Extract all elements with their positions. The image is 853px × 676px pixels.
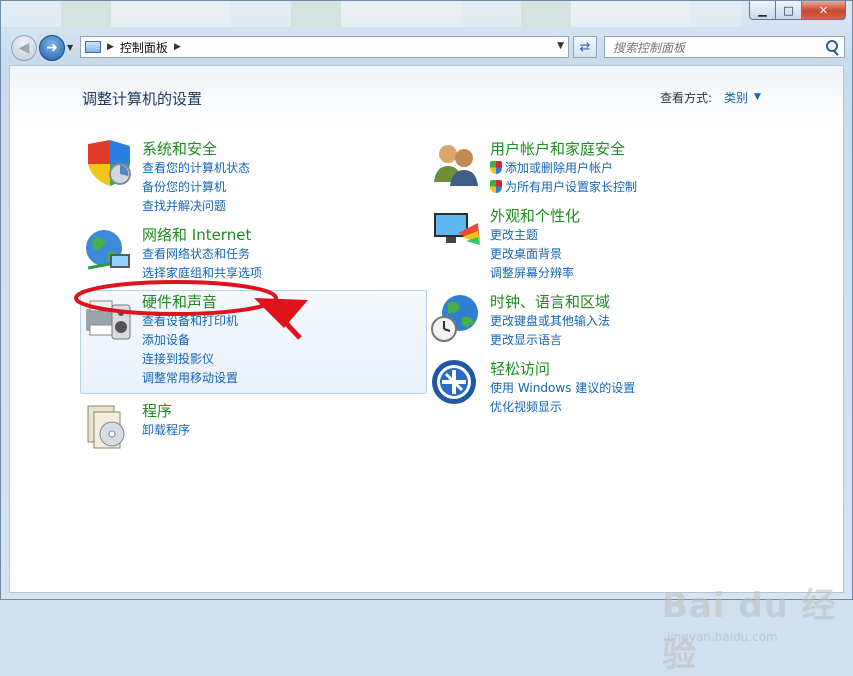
refresh-button[interactable]: ⇄ bbox=[573, 36, 597, 58]
category-clock-language: 时钟、语言和区域 更改键盘或其他输入法 更改显示语言 bbox=[430, 291, 750, 347]
category-link[interactable]: 优化视频显示 bbox=[490, 398, 562, 415]
minimize-button[interactable]: ▁ bbox=[749, 1, 776, 20]
uac-shield-icon bbox=[490, 180, 502, 193]
category-link[interactable]: 备份您的计算机 bbox=[142, 178, 226, 195]
control-panel-icon bbox=[85, 41, 101, 53]
printer-speaker-icon bbox=[86, 300, 131, 340]
clock-globe-icon bbox=[431, 295, 478, 342]
category-link[interactable]: 卸载程序 bbox=[142, 421, 190, 438]
forward-button[interactable]: ➜ bbox=[39, 35, 65, 61]
category-link[interactable]: 调整常用移动设置 bbox=[142, 369, 238, 386]
category-link[interactable]: 连接到投影仪 bbox=[142, 350, 214, 367]
navigation-bar: ◀ ➜ ▼ ▶ 控制面板 ▶ ▼ ⇄ bbox=[1, 31, 853, 63]
category-link[interactable]: 选择家庭组和共享选项 bbox=[142, 264, 262, 281]
category-link[interactable]: 更改主题 bbox=[490, 226, 538, 243]
page-title: 调整计算机的设置 bbox=[82, 90, 203, 108]
category-link[interactable]: 添加设备 bbox=[142, 331, 190, 348]
address-bar[interactable]: ▶ 控制面板 ▶ ▼ bbox=[80, 36, 569, 58]
address-dropdown-icon[interactable]: ▼ bbox=[557, 41, 564, 51]
category-network: 网络和 Internet 查看网络状态和任务 选择家庭组和共享选项 bbox=[82, 224, 382, 280]
window-controls: ▁ □ ✕ bbox=[749, 1, 846, 20]
close-button[interactable]: ✕ bbox=[802, 1, 846, 20]
maximize-button[interactable]: □ bbox=[776, 1, 802, 20]
back-button[interactable]: ◀ bbox=[11, 35, 37, 61]
category-link[interactable]: 使用 Windows 建议的设置 bbox=[490, 379, 635, 396]
uac-shield-icon bbox=[490, 161, 502, 174]
search-box[interactable] bbox=[604, 36, 845, 58]
view-by-dropdown[interactable]: 类别 bbox=[724, 89, 748, 106]
category-title[interactable]: 用户帐户和家庭安全 bbox=[490, 138, 625, 159]
search-icon[interactable] bbox=[826, 40, 838, 52]
category-link[interactable]: 添加或删除用户帐户 bbox=[490, 159, 613, 176]
ease-of-access-icon bbox=[432, 360, 476, 404]
category-programs: 程序 卸载程序 bbox=[82, 400, 382, 449]
category-appearance: 外观和个性化 更改主题 更改桌面背景 调整屏幕分辨率 bbox=[430, 205, 750, 280]
chevron-down-icon[interactable]: ▼ bbox=[754, 92, 761, 102]
view-by-label: 查看方式: bbox=[660, 91, 713, 105]
category-link[interactable]: 查看设备和打印机 bbox=[142, 312, 238, 329]
category-link[interactable]: 查找并解决问题 bbox=[142, 197, 226, 214]
shield-icon bbox=[88, 140, 131, 186]
category-title[interactable]: 程序 bbox=[142, 400, 172, 421]
programs-disc-icon bbox=[87, 405, 125, 449]
content-pane: 调整计算机的设置 查看方式: 类别 ▼ 系统和安全 查看您的计算机状态 备份您的… bbox=[9, 65, 844, 675]
breadcrumb-arrow-icon[interactable]: ▶ bbox=[174, 42, 181, 52]
breadcrumb-control-panel[interactable]: 控制面板 bbox=[120, 39, 168, 56]
category-link[interactable]: 更改键盘或其他输入法 bbox=[490, 312, 610, 329]
users-icon bbox=[434, 145, 478, 186]
baidu-watermark: Bai du 经验 bbox=[662, 586, 837, 675]
background-blur bbox=[1, 1, 741, 27]
category-link[interactable]: 调整屏幕分辨率 bbox=[490, 264, 574, 281]
control-panel-window: ▁ □ ✕ ◀ ➜ ▼ ▶ 控制面板 ▶ ▼ ⇄ 调整计算机的设置 查看方式: … bbox=[0, 0, 853, 675]
link-text[interactable]: 为所有用户设置家长控制 bbox=[505, 180, 637, 194]
network-globe-icon bbox=[86, 230, 130, 270]
category-link[interactable]: 为所有用户设置家长控制 bbox=[490, 178, 637, 195]
category-title[interactable]: 硬件和声音 bbox=[142, 291, 217, 312]
category-system-security: 系统和安全 查看您的计算机状态 备份您的计算机 查找并解决问题 bbox=[82, 138, 382, 213]
category-title[interactable]: 时钟、语言和区域 bbox=[490, 291, 610, 312]
category-link[interactable]: 查看您的计算机状态 bbox=[142, 159, 250, 176]
category-user-accounts: 用户帐户和家庭安全 添加或删除用户帐户 为所有用户设置家长控制 bbox=[430, 138, 750, 194]
history-dropdown-icon[interactable]: ▼ bbox=[67, 43, 73, 52]
category-link[interactable]: 更改桌面背景 bbox=[490, 245, 562, 262]
baidu-watermark-url: jingyan.baidu.com bbox=[667, 630, 778, 644]
category-link[interactable]: 更改显示语言 bbox=[490, 331, 562, 348]
category-title[interactable]: 网络和 Internet bbox=[142, 224, 251, 245]
category-title[interactable]: 系统和安全 bbox=[142, 138, 217, 159]
category-link[interactable]: 查看网络状态和任务 bbox=[142, 245, 250, 262]
category-title[interactable]: 外观和个性化 bbox=[490, 205, 580, 226]
appearance-icon bbox=[434, 213, 480, 245]
link-text[interactable]: 添加或删除用户帐户 bbox=[505, 161, 613, 175]
category-hardware-sound: 硬件和声音 查看设备和打印机 添加设备 连接到投影仪 调整常用移动设置 bbox=[82, 291, 382, 387]
category-title[interactable]: 轻松访问 bbox=[490, 358, 550, 379]
breadcrumb-arrow-icon[interactable]: ▶ bbox=[107, 42, 114, 52]
search-input[interactable] bbox=[611, 38, 825, 58]
category-ease-of-access: 轻松访问 使用 Windows 建议的设置 优化视频显示 bbox=[430, 358, 750, 414]
